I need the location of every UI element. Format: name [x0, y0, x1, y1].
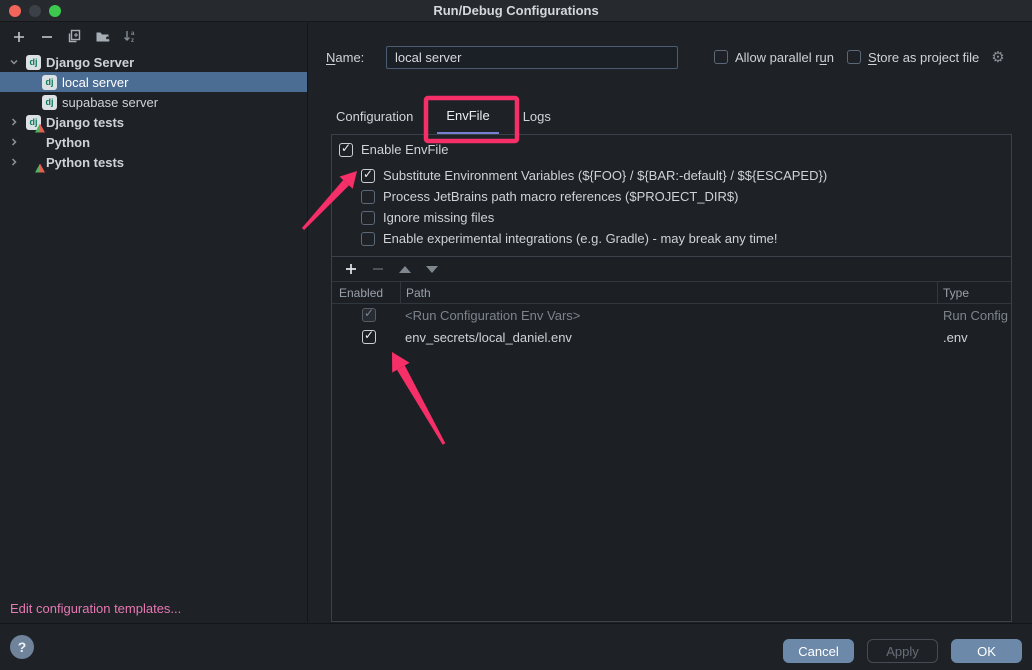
ignore-missing-files-label: Ignore missing files	[383, 210, 494, 225]
chevron-down-icon[interactable]	[6, 55, 21, 70]
column-header-type: Type	[938, 286, 1011, 300]
envfile-panel: Enable EnvFile Substitute Environment Va…	[331, 134, 1012, 622]
ok-button[interactable]: OK	[951, 639, 1022, 663]
add-configuration-icon[interactable]	[10, 28, 27, 45]
window-title: Run/Debug Configurations	[433, 3, 598, 18]
config-tabs: Configuration EnvFile Logs	[336, 98, 575, 135]
table-row[interactable]: env_secrets/local_daniel.env .env	[332, 326, 1011, 348]
row-enabled-cell	[332, 330, 400, 344]
close-window-button[interactable]	[9, 5, 21, 17]
env-files-table: Enabled Path Type <Run Configuration Env…	[332, 256, 1011, 621]
cancel-button[interactable]: Cancel	[783, 639, 854, 663]
name-label: Name:	[326, 50, 386, 65]
tree-item-supabase-server[interactable]: dj supabase server	[0, 92, 307, 112]
enable-envfile-checkbox[interactable]	[339, 143, 353, 157]
move-down-icon[interactable]	[424, 262, 439, 277]
django-config-icon: dj	[42, 75, 57, 90]
table-row[interactable]: <Run Configuration Env Vars> Run Config	[332, 304, 1011, 326]
store-as-project-file-label: Store as project file	[868, 50, 979, 65]
ignore-missing-files-option: Ignore missing files	[361, 207, 1011, 228]
name-input[interactable]	[386, 46, 678, 69]
envfile-options: Enable EnvFile Substitute Environment Va…	[332, 135, 1011, 249]
help-button[interactable]: ?	[10, 635, 34, 659]
configurations-sidebar: az dj Django Server dj local server dj s…	[0, 23, 308, 622]
tree-item-django-server[interactable]: dj Django Server	[0, 52, 307, 72]
tree-item-python[interactable]: Python	[0, 132, 307, 152]
tree-item-label: Python	[46, 135, 90, 150]
gear-icon[interactable]: ⚙	[991, 50, 1004, 65]
run-debug-configurations-dialog: Run/Debug Configurations az	[0, 0, 1032, 670]
row-type-cell: .env	[938, 330, 1011, 345]
tab-configuration[interactable]: Configuration	[336, 98, 413, 135]
tree-item-label: supabase server	[62, 95, 158, 110]
enable-envfile-label: Enable EnvFile	[361, 142, 448, 157]
copy-configuration-icon[interactable]	[66, 28, 83, 45]
process-path-macro-label: Process JetBrains path macro references …	[383, 189, 738, 204]
django-config-icon: dj	[26, 55, 41, 70]
minimize-window-button	[29, 5, 41, 17]
row-enabled-cell	[332, 308, 400, 322]
apply-button[interactable]: Apply	[867, 639, 938, 663]
chevron-right-icon[interactable]	[6, 155, 21, 170]
dialog-footer: ? Cancel Apply OK	[0, 623, 1032, 670]
enable-envfile-option: Enable EnvFile	[339, 139, 1011, 160]
footer-buttons: Cancel Apply OK	[783, 639, 1022, 663]
edit-configuration-templates-link[interactable]: Edit configuration templates...	[10, 601, 181, 616]
remove-env-file-icon[interactable]	[370, 262, 385, 277]
row-path-cell: env_secrets/local_daniel.env	[400, 330, 938, 345]
chevron-right-icon[interactable]	[6, 135, 21, 150]
tree-item-django-tests[interactable]: dj Django tests	[0, 112, 307, 132]
django-config-icon: dj	[42, 95, 57, 110]
row-enabled-checkbox[interactable]	[362, 330, 376, 344]
column-header-path: Path	[401, 286, 937, 300]
store-as-project-file-checkbox[interactable]	[847, 50, 861, 64]
remove-configuration-icon[interactable]	[38, 28, 55, 45]
chevron-right-icon[interactable]	[6, 115, 21, 130]
python-tests-icon	[26, 155, 41, 170]
add-env-file-icon[interactable]	[343, 262, 358, 277]
process-path-macro-checkbox[interactable]	[361, 190, 375, 204]
zoom-window-button[interactable]	[49, 5, 61, 17]
table-header: Enabled Path Type	[332, 282, 1011, 304]
env-files-toolbar	[332, 257, 1011, 282]
django-tests-icon: dj	[26, 115, 41, 130]
substitute-env-vars-checkbox[interactable]	[361, 169, 375, 183]
store-as-project-file-option: Store as project file ⚙	[847, 50, 1005, 65]
svg-text:a: a	[131, 31, 135, 37]
tree-item-label: Python tests	[46, 155, 124, 170]
move-up-icon[interactable]	[397, 262, 412, 277]
process-path-macro-option: Process JetBrains path macro references …	[361, 186, 1011, 207]
substitute-env-vars-label: Substitute Environment Variables (${FOO}…	[383, 168, 827, 183]
allow-parallel-run-checkbox[interactable]	[714, 50, 728, 64]
name-row: Name: Allow parallel run Store as projec…	[326, 45, 1020, 69]
tree-item-label: local server	[62, 75, 128, 90]
tree-item-label: Django Server	[46, 55, 134, 70]
ignore-missing-files-checkbox[interactable]	[361, 211, 375, 225]
tab-logs[interactable]: Logs	[523, 98, 551, 135]
row-enabled-checkbox	[362, 308, 376, 322]
svg-text:z: z	[131, 38, 134, 44]
title-bar: Run/Debug Configurations	[0, 0, 1032, 22]
tree-item-label: Django tests	[46, 115, 124, 130]
sidebar-toolbar: az	[0, 23, 307, 50]
allow-parallel-run-label: Allow parallel run	[735, 50, 834, 65]
column-header-enabled: Enabled	[332, 286, 400, 300]
configurations-tree: dj Django Server dj local server dj supa…	[0, 52, 307, 172]
window-controls	[9, 5, 61, 17]
substitute-env-vars-option: Substitute Environment Variables (${FOO}…	[361, 165, 1011, 186]
new-folder-icon[interactable]	[94, 28, 111, 45]
sort-configurations-icon[interactable]: az	[122, 28, 139, 45]
experimental-integrations-checkbox[interactable]	[361, 232, 375, 246]
experimental-integrations-label: Enable experimental integrations (e.g. G…	[383, 231, 778, 246]
allow-parallel-run-option: Allow parallel run	[714, 50, 834, 65]
python-config-icon	[26, 135, 41, 150]
tab-envfile[interactable]: EnvFile	[437, 98, 498, 135]
row-path-cell: <Run Configuration Env Vars>	[400, 308, 938, 323]
tree-item-python-tests[interactable]: Python tests	[0, 152, 307, 172]
experimental-integrations-option: Enable experimental integrations (e.g. G…	[361, 228, 1011, 249]
row-type-cell: Run Config	[938, 308, 1011, 323]
tree-item-local-server[interactable]: dj local server	[0, 72, 307, 92]
configuration-editor: Name: Allow parallel run Store as projec…	[309, 23, 1032, 622]
